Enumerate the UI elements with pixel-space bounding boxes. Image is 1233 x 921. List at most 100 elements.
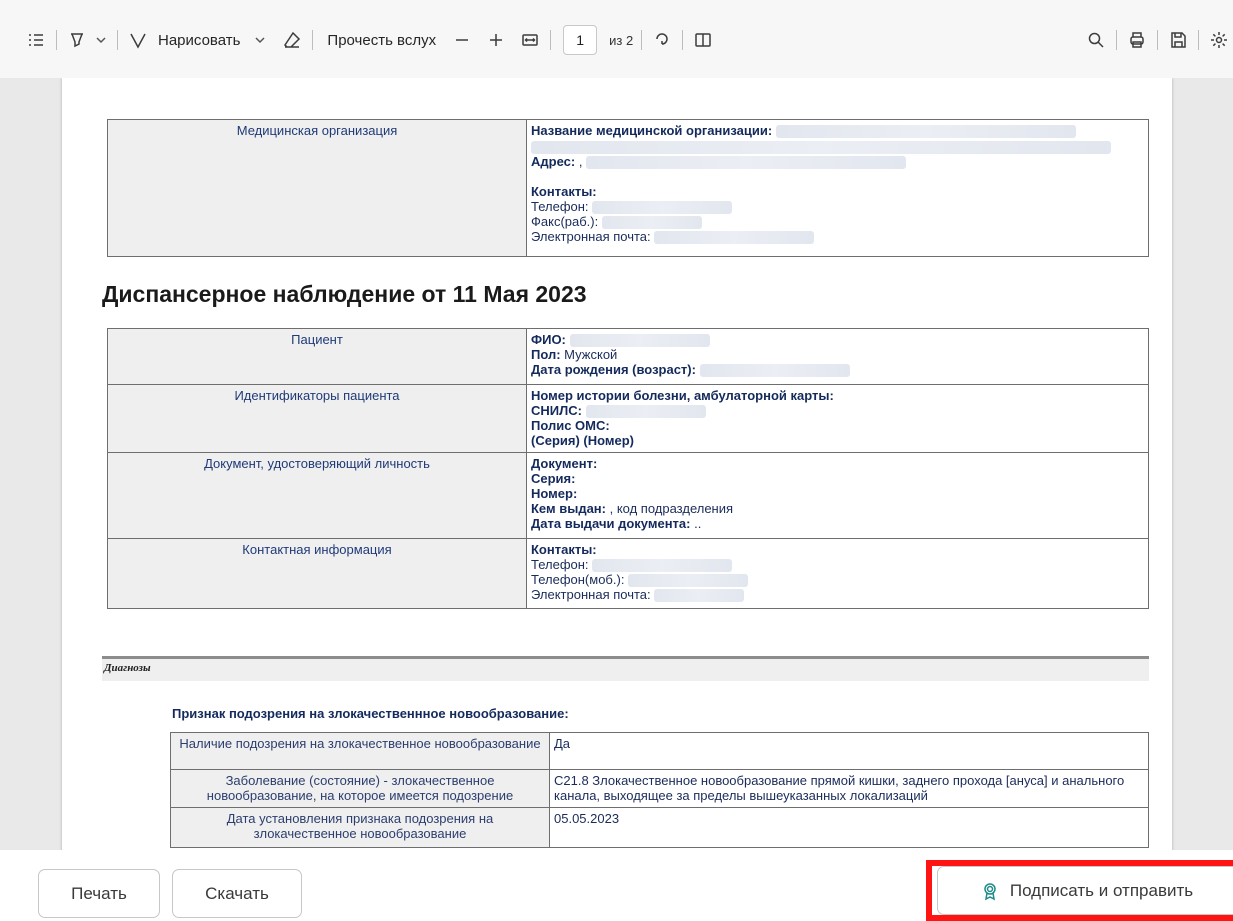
download-button[interactable]: Скачать — [172, 869, 302, 918]
email-label: Электронная почта: — [531, 587, 651, 603]
redacted-value — [531, 141, 1111, 155]
highlight-frame — [926, 860, 1233, 921]
suspicion-row-label: Заболевание (состояние) - злокачественно… — [170, 769, 550, 808]
suspicion-row-label: Дата установления признака подозрения на… — [170, 807, 550, 848]
draw-label: Нарисовать — [158, 31, 241, 49]
mobile-label: Телефон(моб.): — [531, 572, 625, 588]
eraser-icon[interactable] — [280, 28, 304, 52]
sex-label: Пол: — [531, 347, 561, 363]
redacted-value — [592, 201, 733, 215]
issued-by-value: , код подразделения — [605, 501, 734, 516]
gear-icon[interactable] — [1207, 28, 1231, 52]
org-details: Название медицинской организации: Адрес:… — [526, 119, 1149, 257]
series-label: Серия: — [531, 471, 576, 486]
suspicion-row-value: Да — [549, 732, 1149, 770]
oms-series: (Серия) (Номер) — [531, 433, 635, 449]
fio-label: ФИО: — [531, 332, 566, 347]
redacted-value — [775, 125, 1076, 139]
redacted-value — [699, 364, 850, 378]
suspicion-row-value: 05.05.2023 — [549, 807, 1149, 848]
suspicion-row-value: С21.8 Злокачественное новообразование пр… — [549, 769, 1149, 808]
document-title: Диспансерное наблюдение от 11 Мая 2023 — [102, 281, 587, 307]
contacts-label: Контакты: — [531, 184, 597, 200]
redacted-value — [601, 216, 702, 230]
print-button-label: Печать — [71, 883, 127, 903]
zoom-out-icon[interactable] — [450, 28, 474, 52]
toolbar-divider — [682, 30, 684, 50]
address-label: Адрес: — [531, 154, 576, 170]
toolbar-divider — [550, 30, 552, 50]
contact-info-label: Контактная информация — [107, 538, 527, 609]
suspicion-row-label: Наличие подозрения на злокачественное но… — [170, 732, 550, 770]
highlighter-icon — [65, 28, 89, 52]
zoom-in-icon[interactable] — [484, 28, 508, 52]
redacted-value — [585, 405, 706, 419]
redacted-value — [592, 559, 733, 573]
toolbar-divider — [56, 30, 57, 50]
toolbar-divider — [117, 30, 118, 50]
toolbar-divider — [1198, 30, 1199, 50]
patient-ids-label: Идентификаторы пациента — [107, 384, 527, 453]
highlight-tool[interactable] — [65, 24, 109, 56]
page-number-input[interactable]: 1 — [563, 25, 598, 55]
patient-table: Пациент ФИО: Пол: Мужской Дата рождения … — [107, 328, 1149, 609]
patient-ids-details: Номер истории болезни, амбулаторной карт… — [526, 384, 1149, 453]
chevron-down-icon[interactable] — [95, 33, 109, 47]
redacted-value — [586, 156, 907, 170]
toolbar-divider — [312, 30, 314, 50]
redacted-value — [569, 334, 710, 348]
download-button-label: Скачать — [205, 883, 269, 903]
redacted-value — [654, 589, 745, 603]
rotate-icon[interactable] — [650, 28, 674, 52]
contact-info-details: Контакты: Телефон: Телефон(моб.): Электр… — [526, 538, 1149, 609]
redacted-value — [628, 574, 749, 588]
organization-table: Медицинская организация Название медицин… — [107, 119, 1149, 257]
toolbar-divider — [1157, 30, 1158, 50]
page-view-icon[interactable] — [691, 28, 715, 52]
draw-tool[interactable]: Нарисовать — [126, 24, 268, 56]
address-value: , — [575, 154, 583, 170]
suspicion-table: Наличие подозрения на злокачественное но… — [170, 732, 1149, 848]
org-name-label: Название медицинской организации: — [531, 123, 773, 138]
read-aloud-button[interactable]: Прочесть вслух — [327, 32, 436, 49]
fax-label: Факс(раб.): — [531, 214, 599, 230]
phone-label: Телефон: — [531, 557, 589, 572]
number-label: Номер: — [531, 486, 578, 501]
chevron-down-icon[interactable] — [254, 33, 268, 47]
suspicion-title: Признак подозрения на злокачественнное н… — [172, 706, 569, 721]
card-number-label: Номер истории болезни, амбулаторной карт… — [531, 388, 834, 403]
patient-details: ФИО: Пол: Мужской Дата рождения (возраст… — [526, 328, 1149, 385]
document-page: Медицинская организация Название медицин… — [62, 78, 1172, 850]
pen-icon — [126, 28, 150, 52]
issued-by-label: Кем выдан: — [531, 501, 606, 516]
contacts-label: Контакты: — [531, 542, 597, 557]
id-document-details: Документ: Серия: Номер: Кем выдан: , код… — [526, 452, 1149, 539]
diagnoses-section-header: Диагнозы — [102, 656, 1149, 681]
dob-label: Дата рождения (возраст): — [531, 362, 696, 378]
oms-label: Полис ОМС: — [531, 418, 610, 434]
org-label: Медицинская организация — [107, 119, 527, 257]
sex-value: Мужской — [560, 347, 618, 363]
issue-date-value: .. — [690, 516, 702, 531]
issue-date-label: Дата выдачи документа: — [531, 516, 691, 531]
id-document-label: Документ, удостоверяющий личность — [107, 452, 527, 539]
document-label: Документ: — [531, 456, 598, 471]
page-total: из 2 — [609, 32, 634, 48]
save-icon[interactable] — [1166, 28, 1190, 52]
snils-label: СНИЛС: — [531, 403, 582, 418]
patient-label: Пациент — [107, 328, 527, 385]
print-icon[interactable] — [1125, 28, 1149, 52]
print-button[interactable]: Печать — [38, 869, 160, 918]
toolbar-divider — [1116, 30, 1117, 50]
toolbar-divider — [641, 30, 643, 50]
document-viewport[interactable]: Медицинская организация Название медицин… — [0, 78, 1233, 850]
pdf-toolbar: Нарисовать Прочесть вслух 1 из 2 — [0, 0, 1233, 78]
email-label: Электронная почта: — [531, 229, 651, 245]
diagnoses-label: Диагнозы — [104, 662, 151, 674]
fit-width-icon[interactable] — [518, 28, 542, 52]
redacted-value — [654, 231, 815, 245]
toolbar-row: Нарисовать Прочесть вслух 1 из 2 — [0, 18, 1233, 62]
contents-list-icon[interactable] — [24, 28, 48, 52]
search-icon[interactable] — [1084, 28, 1108, 52]
phone-label: Телефон: — [531, 199, 589, 215]
